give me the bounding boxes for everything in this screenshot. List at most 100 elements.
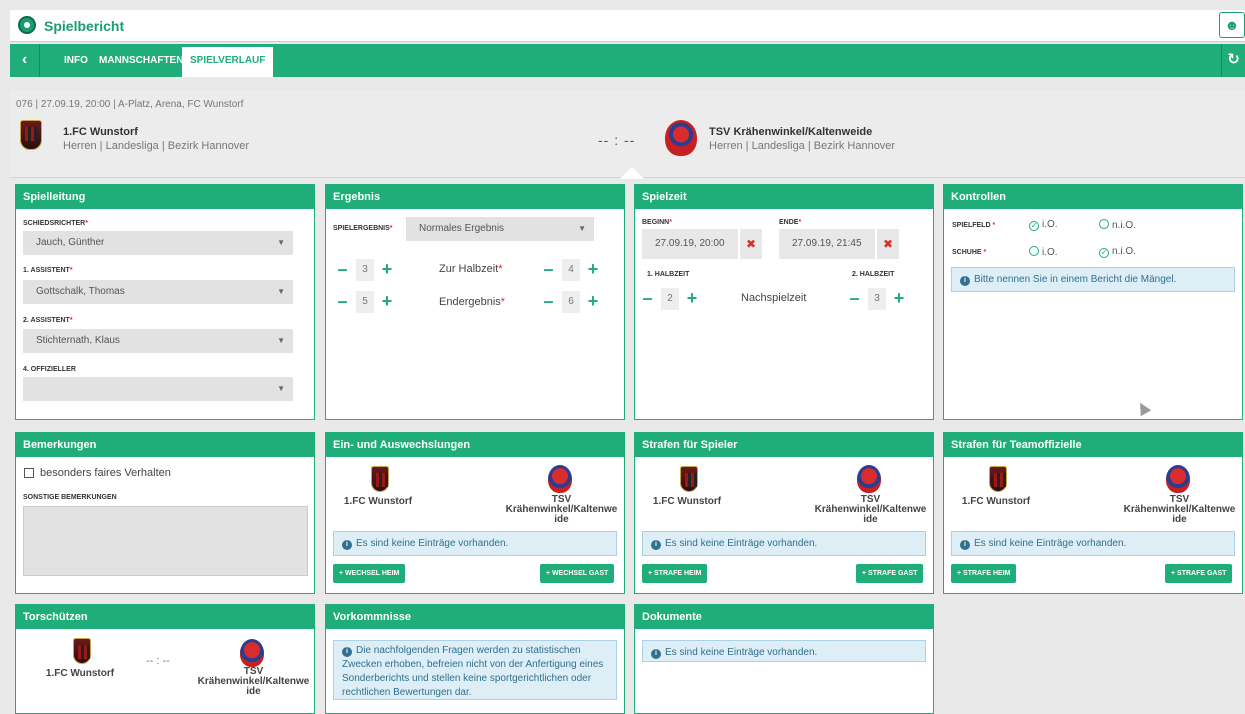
assistent2-select[interactable]: Stichternath, Klaus ▼ (23, 329, 293, 353)
app-header: Spielbericht ☻ (10, 10, 1245, 42)
refresh-icon[interactable]: ↻ (1221, 44, 1245, 77)
schuhe-io-radio[interactable]: i.O. (1029, 246, 1058, 258)
info-icon: i (651, 649, 661, 659)
wechsel-gast-button[interactable]: + WECHSEL GAST (540, 564, 615, 583)
card-title: Spielzeit (635, 185, 933, 209)
section-pointer (620, 167, 644, 179)
strafe-gast-button[interactable]: + STRAFE GAST (856, 564, 924, 583)
halbzeit-away-stepper[interactable]: –4 + (542, 259, 602, 281)
beginn-input[interactable]: 27.09.19, 20:00 (642, 229, 738, 259)
wechsel-heim-button[interactable]: + WECHSEL HEIM (333, 564, 406, 583)
nachspielzeit-label: Nachspielzeit (741, 292, 807, 304)
spielfeld-nio-radio[interactable]: n.i.O. (1099, 219, 1136, 231)
back-chevron-icon[interactable]: ‹ (10, 44, 40, 77)
home-crest-icon (371, 466, 389, 492)
chevron-down-icon: ▼ (277, 287, 285, 296)
offizieller-select[interactable]: ▼ (23, 377, 293, 401)
minus-icon[interactable]: – (542, 291, 555, 313)
halbzeit1-stepper[interactable]: –2 + (641, 288, 701, 310)
clear-ende-icon[interactable]: ✖ (875, 229, 899, 259)
home-team-label: 1.FC Wunstorf (343, 496, 413, 507)
card-title: Ergebnis (326, 185, 624, 209)
match-info: 076 | 27.09.19, 20:00 | A-Platz, Arena, … (16, 99, 244, 110)
end-home-stepper[interactable]: –5 + (336, 291, 396, 313)
assistent2-label: 2. ASSISTENT* (23, 317, 73, 324)
away-crest-icon (1166, 465, 1190, 493)
card-title: Bemerkungen (16, 433, 314, 457)
ende-input[interactable]: 27.09.19, 21:45 (779, 229, 875, 259)
fair-checkbox[interactable] (24, 468, 34, 478)
plus-icon[interactable]: + (380, 259, 394, 281)
minus-icon[interactable]: – (336, 259, 349, 281)
away-crest-icon (857, 465, 881, 493)
beginn-label: BEGINN* (642, 219, 672, 226)
home-crest-icon (73, 638, 91, 664)
tab-spielverlauf[interactable]: SPIELVERLAUF (182, 44, 274, 77)
home-team-league: Herren | Landesliga | Bezirk Hannover (63, 140, 250, 152)
strafe-heim-button[interactable]: + STRAFE HEIM (642, 564, 708, 583)
assistent1-select[interactable]: Gottschalk, Thomas ▼ (23, 280, 293, 304)
minus-icon[interactable]: – (336, 291, 349, 313)
chevron-down-icon: ▼ (277, 238, 285, 247)
spielfeld-io-radio[interactable]: ✓ i.O. (1029, 219, 1058, 231)
spielergebnis-select[interactable]: Normales Ergebnis ▼ (406, 217, 594, 241)
tab-mannschaften[interactable]: MANNSCHAFTEN (91, 44, 191, 77)
schiedsrichter-label: SCHIEDSRICHTER* (23, 220, 88, 227)
card-title: Vorkommnisse (326, 605, 624, 629)
ende-label: ENDE* (779, 219, 802, 226)
info-icon: i (960, 276, 970, 286)
empty-info: i Es sind keine Einträge vorhanden. (951, 531, 1235, 556)
away-team-name: TSV Krähenwinkel/Kaltenweide (709, 126, 873, 138)
check-circle-icon: ✓ (1029, 221, 1039, 231)
schuhe-label: SCHUHE * (952, 249, 987, 256)
dfb-logo-icon (18, 16, 36, 34)
info-icon: i (342, 540, 352, 550)
assistent1-label: 1. ASSISTENT* (23, 267, 73, 274)
minus-icon[interactable]: – (848, 288, 861, 310)
card-title: Spielleitung (16, 185, 314, 209)
minus-icon[interactable]: – (641, 288, 654, 310)
plus-icon[interactable]: + (586, 291, 600, 313)
fair-label: besonders faires Verhalten (40, 467, 171, 479)
user-icon[interactable]: ☻ (1219, 12, 1245, 38)
sonstige-label: SONSTIGE BEMERKUNGEN (23, 494, 117, 501)
home-team-name: 1.FC Wunstorf (63, 126, 138, 138)
card-title: Ein- und Auswechslungen (326, 433, 624, 457)
chevron-down-icon: ▼ (578, 224, 586, 233)
minus-icon[interactable]: – (542, 259, 555, 281)
away-team-label: TSV Krähenwinkel/Kaltenwe ide (197, 666, 310, 697)
halbzeit-home-stepper[interactable]: –3 + (336, 259, 396, 281)
halbzeit2-stepper[interactable]: –3 + (848, 288, 908, 310)
strafe-heim-button[interactable]: + STRAFE HEIM (951, 564, 1017, 583)
halbzeit-label: Zur Halbzeit* (439, 263, 503, 275)
home-crest-icon (989, 466, 1007, 492)
chevron-down-icon: ▼ (277, 384, 285, 393)
end-away-stepper[interactable]: –6 + (542, 291, 602, 313)
plus-icon[interactable]: + (380, 291, 394, 313)
schiedsrichter-select[interactable]: Jauch, Günther ▼ (23, 231, 293, 255)
card-title: Torschützen (16, 605, 314, 629)
home-team-label: 1.FC Wunstorf (961, 496, 1031, 507)
endergebnis-label: Endergebnis* (439, 296, 506, 308)
away-team-league: Herren | Landesliga | Bezirk Hannover (709, 140, 896, 152)
plus-icon[interactable]: + (685, 288, 699, 310)
away-team-label: TSV Krähenwinkel/Kaltenwe ide (1123, 494, 1236, 525)
clear-beginn-icon[interactable]: ✖ (738, 229, 762, 259)
strafe-gast-button[interactable]: + STRAFE GAST (1165, 564, 1233, 583)
home-crest-icon (20, 120, 42, 150)
spielergebnis-label: SPIELERGEBNIS* (333, 225, 393, 232)
tab-bar: ‹ INFO MANNSCHAFTEN SPIELVERLAUF ↻ (10, 44, 1245, 77)
schuhe-nio-radio[interactable]: ✓ n.i.O. (1099, 246, 1136, 258)
circle-icon (1029, 246, 1039, 256)
tab-info[interactable]: INFO (56, 44, 96, 77)
plus-icon[interactable]: + (586, 259, 600, 281)
away-crest-icon (665, 120, 697, 156)
spielfeld-label: SPIELFELD * (952, 222, 996, 229)
sonstige-textarea[interactable] (23, 506, 308, 576)
plus-icon[interactable]: + (892, 288, 906, 310)
card-title: Strafen für Teamoffizielle (944, 433, 1242, 457)
away-crest-icon (240, 639, 264, 667)
empty-info: i Es sind keine Einträge vorhanden. (642, 640, 926, 662)
info-icon: i (342, 647, 352, 657)
app-title: Spielbericht (44, 18, 125, 34)
